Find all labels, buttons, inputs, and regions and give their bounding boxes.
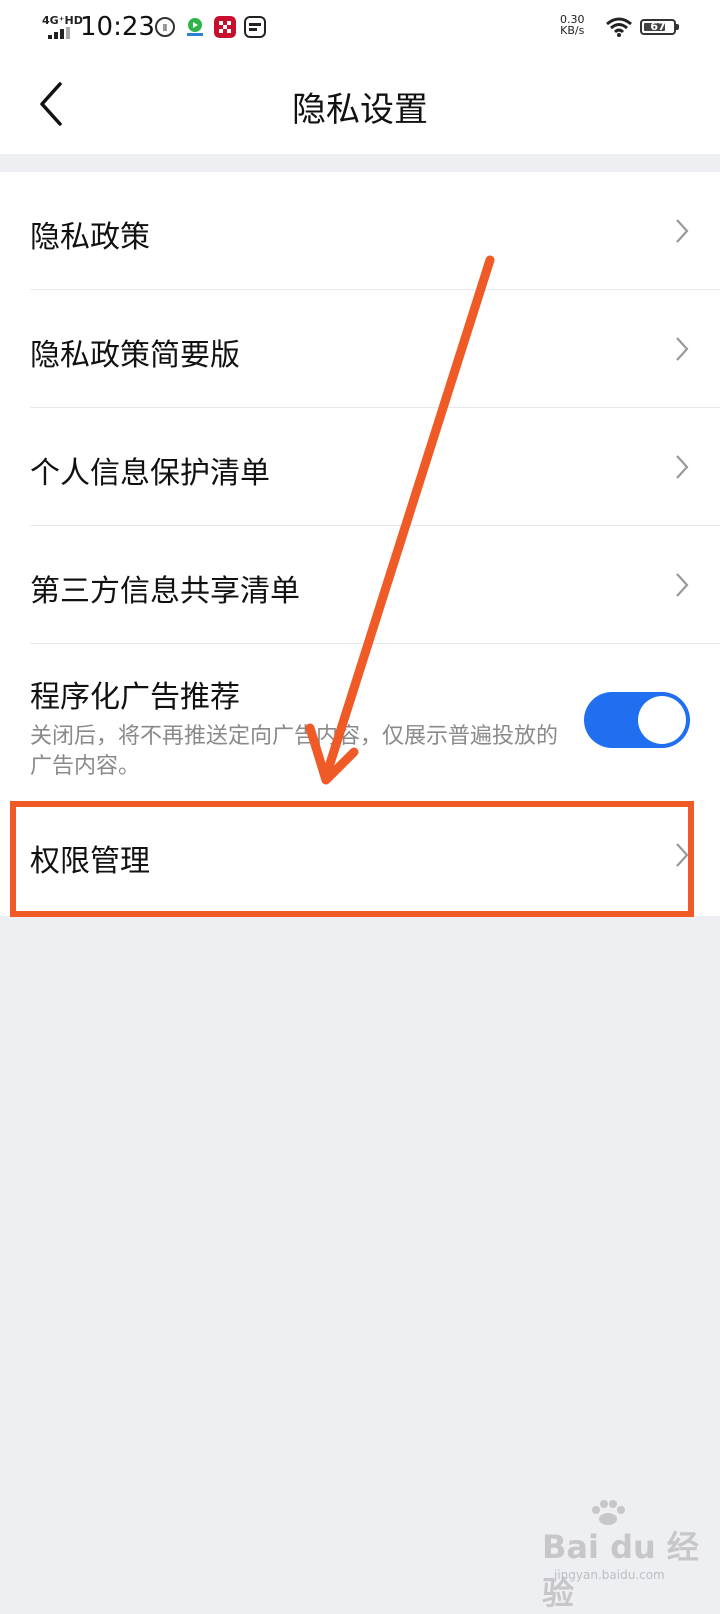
item-label: 程序化广告推荐 [30, 680, 240, 715]
chevron-right-icon [676, 455, 689, 479]
item-label: 隐私政策简要版 [30, 338, 240, 373]
speed-unit: KB/s [560, 24, 585, 37]
third-party-list-item[interactable]: 第三方信息共享清单 [0, 526, 720, 644]
programmatic-ads-item: 程序化广告推荐 关闭后，将不再推送定向广告内容，仅展示普遍投放的广告内容。 [0, 644, 720, 798]
toggle-knob [638, 696, 686, 744]
app-bar: 隐私设置 [0, 56, 720, 154]
status-bar: 4G⁺HD 10:23 Ⅱ 0.30 KB/s 67 [0, 0, 720, 56]
annotation-highlight-box [10, 801, 694, 917]
wifi-icon [606, 17, 632, 37]
watermark-url: jingyan.baidu.com [554, 1568, 665, 1582]
game-app-icon [214, 16, 236, 38]
chevron-right-icon [676, 573, 689, 597]
battery-level: 67 [650, 20, 666, 33]
section-gap [0, 154, 720, 172]
privacy-policy-item[interactable]: 隐私政策 [0, 172, 720, 290]
chevron-right-icon [676, 219, 689, 243]
personal-info-list-item[interactable]: 个人信息保护清单 [0, 408, 720, 526]
network-speed: 0.30 KB/s [560, 14, 585, 36]
page-title: 隐私设置 [292, 90, 428, 130]
watermark: Bai du 经验 jingyan.baidu.com [540, 1500, 700, 1612]
signal-icon [48, 27, 70, 39]
video-app-icon [187, 18, 203, 36]
privacy-policy-brief-item[interactable]: 隐私政策简要版 [0, 290, 720, 408]
item-label: 个人信息保护清单 [30, 456, 270, 491]
item-label: 第三方信息共享清单 [30, 574, 300, 609]
app-notification-icon: Ⅱ [155, 17, 175, 37]
network-indicator: 4G⁺HD [42, 14, 83, 27]
item-description: 关闭后，将不再推送定向广告内容，仅展示普遍投放的广告内容。 [30, 724, 559, 779]
message-app-icon [244, 16, 266, 38]
programmatic-ads-toggle[interactable] [584, 692, 690, 748]
item-label: 隐私政策 [30, 220, 150, 255]
battery-icon: 67 [640, 19, 679, 35]
chevron-right-icon [676, 337, 689, 361]
svg-text:Ⅱ: Ⅱ [163, 23, 168, 34]
clock: 10:23 [80, 12, 155, 42]
